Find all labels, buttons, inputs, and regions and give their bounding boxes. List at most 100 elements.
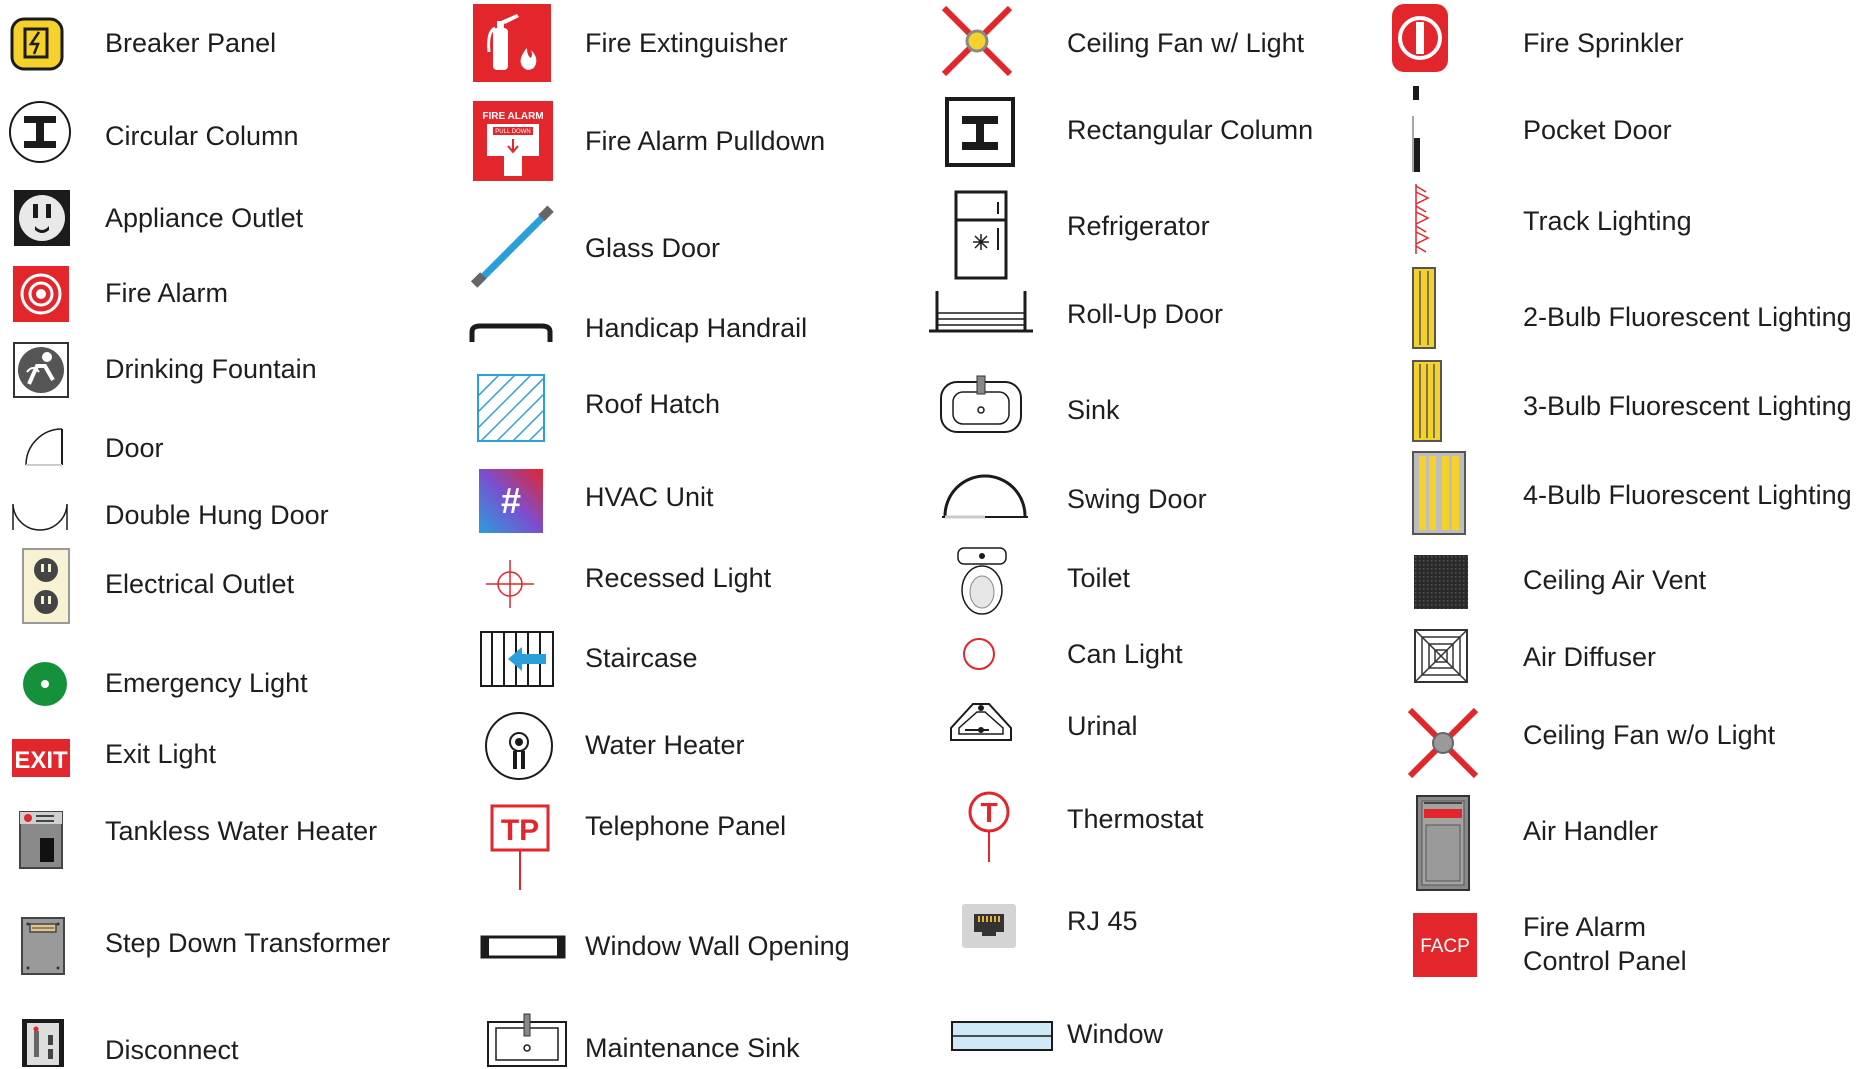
urinal-icon [949,698,1013,744]
fire-sprinkler-icon [1392,4,1448,72]
ceiling-fan-without-light-icon [1406,706,1480,780]
legend-label: Circular Column [105,121,299,151]
door-icon [24,427,64,467]
hvac-symbol-text: # [501,480,521,521]
staircase-icon [480,631,554,687]
fire-extinguisher-icon [473,4,551,82]
legend-label: Drinking Fountain [105,354,317,384]
disconnect-icon [20,1017,66,1069]
legend-label: 4-Bulb Fluorescent Lighting [1523,480,1852,510]
legend-label: Sink [1067,395,1120,425]
fire-alarm-control-panel-icon: FACP [1413,913,1477,977]
pulldown-title-text: FIRE ALARM [482,111,543,122]
legend-label: HVAC Unit [585,482,714,512]
legend-label: Refrigerator [1067,211,1210,241]
legend-label: Roof Hatch [585,389,721,419]
window-icon [951,1021,1053,1051]
swing-door-icon [942,472,1028,520]
legend-label: Telephone Panel [585,811,787,841]
circular-column-icon [8,100,72,164]
recessed-light-icon [486,560,534,608]
legend-label: Water Heater [585,730,745,760]
fire-alarm-pulldown-icon: FIRE ALARM PULL DOWN [473,101,553,181]
legend-label: Pocket Door [1523,115,1672,145]
three-bulb-fluorescent-icon [1412,360,1442,442]
legend-label: Recessed Light [585,563,772,593]
exit-light-text: EXIT [14,747,68,774]
appliance-outlet-icon [14,190,70,246]
legend-label: Emergency Light [105,668,308,698]
air-diffuser-icon [1414,629,1468,683]
emergency-light-icon [22,661,68,707]
thermostat-icon: T [967,790,1011,862]
legend-label: Fire Alarm [105,278,229,308]
sink-icon [939,374,1023,434]
fire-alarm-icon [13,266,69,322]
legend-label: Appliance Outlet [105,203,304,233]
drinking-fountain-icon [13,342,69,398]
legend-label: Track Lighting [1523,206,1692,236]
four-bulb-fluorescent-icon [1412,451,1466,535]
legend-label-multiline: Fire Alarm Control Panel [1523,910,1687,978]
legend-label-line2: Control Panel [1523,946,1687,976]
thermostat-text: T [980,797,997,828]
legend-label: Fire Sprinkler [1523,28,1684,58]
legend-label: Ceiling Fan w/ Light [1067,28,1305,58]
handicap-handrail-icon [468,322,554,344]
legend-label: Window Wall Opening [585,931,850,961]
roll-up-door-icon [929,289,1033,335]
legend-label: RJ 45 [1067,906,1138,936]
legend-label: Roll-Up Door [1067,299,1224,329]
exit-light-icon: EXIT [12,739,70,777]
telephone-panel-text: TP [501,814,539,847]
window-wall-opening-icon [480,935,566,959]
legend-label: Ceiling Air Vent [1523,565,1707,595]
rj45-icon [962,904,1016,948]
legend-label: Air Diffuser [1523,642,1657,672]
hvac-unit-icon: # [479,469,543,533]
legend-label: Toilet [1067,563,1131,593]
pulldown-subtitle-text: PULL DOWN [495,129,530,135]
legend-label: Exit Light [105,739,217,769]
legend-label: Urinal [1067,711,1138,741]
water-heater-icon [484,711,554,781]
facp-text: FACP [1420,936,1470,957]
legend-label: Fire Alarm Pulldown [585,126,826,156]
legend-label: Handicap Handrail [585,313,808,343]
legend-label: Double Hung Door [105,500,329,530]
glass-door-icon [470,204,556,290]
legend-label: Can Light [1067,639,1183,669]
legend-label-line1: Fire Alarm [1523,912,1647,942]
legend-label: Disconnect [105,1035,239,1065]
legend-label: Staircase [585,643,698,673]
legend-label: Electrical Outlet [105,569,295,599]
legend-label: Step Down Transformer [105,928,391,958]
legend-label: Rectangular Column [1067,115,1314,145]
air-handler-icon [1416,795,1470,891]
rectangular-column-icon [945,97,1015,167]
legend-label: Ceiling Fan w/o Light [1523,720,1776,750]
breaker-panel-icon [10,17,64,71]
toilet-icon [956,546,1008,616]
maintenance-sink-icon [486,1012,568,1068]
tankless-water-heater-icon [18,810,64,870]
track-lighting-icon [1412,184,1432,254]
legend-label: Maintenance Sink [585,1033,800,1063]
roof-hatch-icon [477,374,545,442]
legend-label: Breaker Panel [105,28,277,58]
legend-label: Thermostat [1067,804,1204,834]
telephone-panel-icon: TP [490,804,550,890]
legend-label: Window [1067,1019,1164,1049]
can-light-icon [962,637,996,671]
two-bulb-fluorescent-icon [1412,267,1436,349]
legend-label: Fire Extinguisher [585,28,788,58]
legend-label: 2-Bulb Fluorescent Lighting [1523,302,1852,332]
electrical-outlet-icon [22,548,70,624]
step-down-transformer-icon [20,916,66,976]
legend-label: Swing Door [1067,484,1207,514]
legend-label: Door [105,433,164,463]
ceiling-air-vent-icon [1414,555,1468,609]
pocket-door-icon [1410,86,1424,172]
legend-label: Tankless Water Heater [105,816,378,846]
refrigerator-icon [954,190,1008,280]
